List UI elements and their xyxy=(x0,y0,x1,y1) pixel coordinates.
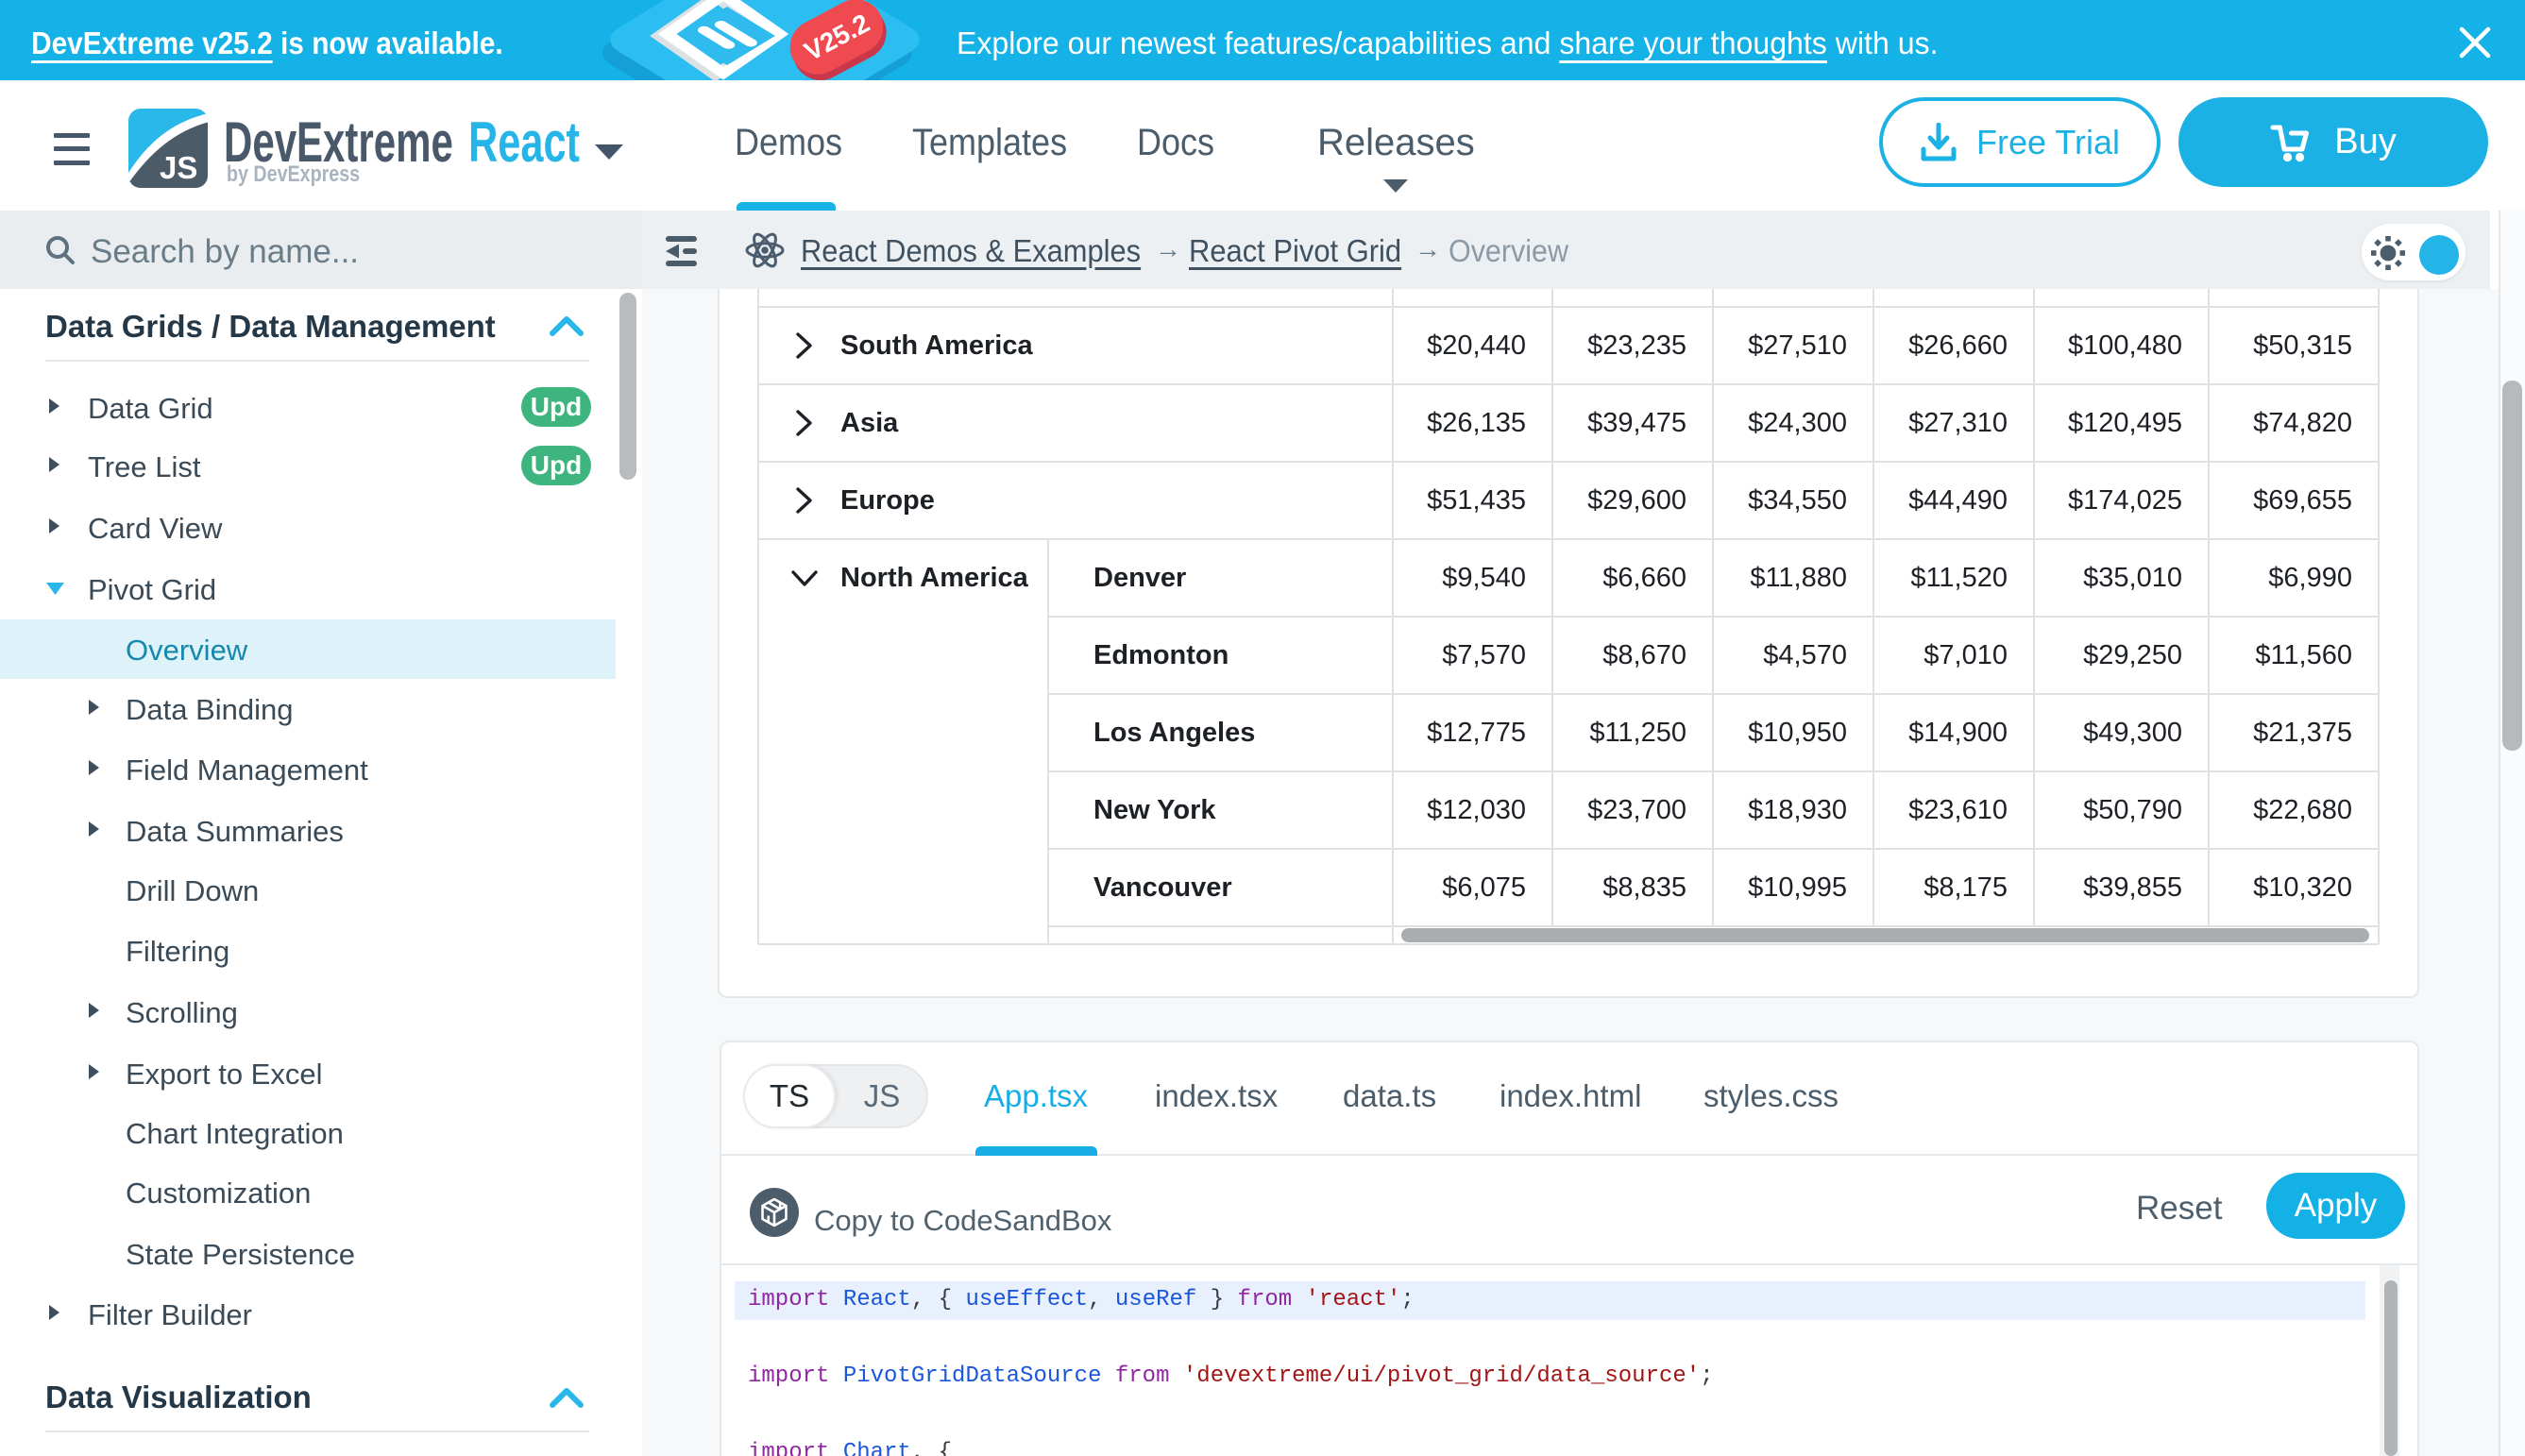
svg-text:JS: JS xyxy=(160,150,197,185)
